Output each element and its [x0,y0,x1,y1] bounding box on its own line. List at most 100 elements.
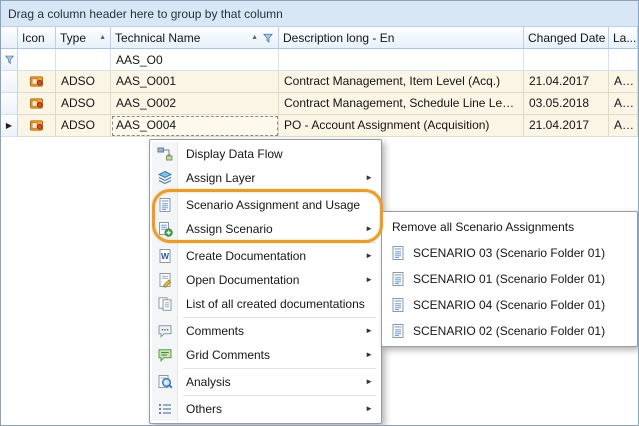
grid-comments-icon [152,347,178,363]
menu-separator [183,242,376,243]
menu-item-assign-layer[interactable]: Assign Layer ► [152,166,379,190]
menu-item-analysis[interactable]: Analysis ► [152,370,379,394]
column-header-description[interactable]: Description long - En [279,27,524,49]
row-cell-type[interactable]: ADSO [56,71,111,93]
menu-item-label: Analysis [178,375,231,389]
submenu-arrow-icon: ► [365,351,373,359]
menu-item-list-of-all-created-documentations[interactable]: List of all created documentations [152,292,379,316]
row-cell-technical-name[interactable]: AAS_O001 [111,71,279,93]
menu-item-scenario-assignment-and-usage[interactable]: Scenario Assignment and Usage [152,193,379,217]
column-header-type[interactable]: Type ▲ [56,27,111,49]
row-cell-type[interactable]: ADSO [56,93,111,115]
column-label: Type [60,31,86,45]
row-cell-icon[interactable] [18,71,56,93]
scenario-doc-icon [390,323,406,339]
filter-cell-type[interactable] [56,49,111,71]
menu-item-assign-scenario[interactable]: Assign Scenario ► [152,217,379,241]
adso-icon [29,118,44,133]
row-cell-icon[interactable] [18,115,56,137]
row-cell-technical-name-focused[interactable]: AAS_O004 [111,115,279,137]
menu-item-label: Display Data Flow [178,147,283,161]
filter-row-indicator [1,49,18,71]
comments-icon [152,323,178,339]
submenu-arrow-icon: ► [365,252,373,260]
submenu-arrow-icon: ► [365,378,373,386]
filter-cell-icon[interactable] [18,49,56,71]
filter-value: AAS_O0 [116,53,163,67]
filter-cell-changed-date[interactable] [524,49,609,71]
row-indicator: ▶ [1,115,18,137]
submenu-item-label: SCENARIO 01 (Scenario Folder 01) [413,272,605,286]
submenu-item-scenario-01[interactable]: SCENARIO 01 (Scenario Folder 01) [384,266,635,292]
menu-item-label: Grid Comments [178,348,270,362]
submenu-item-remove-all-scenario-assignments[interactable]: Remove all Scenario Assignments [384,214,635,240]
filter-active-icon[interactable] [262,32,274,44]
submenu-arrow-icon: ► [365,174,373,182]
row-cell-last[interactable]: AD... [609,93,638,115]
row-cell-changed-date[interactable]: 21.04.2017 [524,115,609,137]
menu-item-label: Open Documentation [178,273,299,287]
row-cell-last[interactable]: AD... [609,115,638,137]
sort-asc-icon: ▲ [99,34,106,41]
menu-separator [183,191,376,192]
assign-scenario-submenu: Remove all Scenario Assignments SCENARIO… [381,211,638,347]
submenu-item-scenario-02[interactable]: SCENARIO 02 (Scenario Folder 01) [384,318,635,344]
row-cell-changed-date[interactable]: 21.04.2017 [524,71,609,93]
row-indicator [1,71,18,93]
submenu-arrow-icon: ► [365,405,373,413]
row-cell-technical-name[interactable]: AAS_O002 [111,93,279,115]
table-row[interactable]: ADSO AAS_O001 Contract Management, Item … [1,71,638,93]
filter-cell-description[interactable] [279,49,524,71]
row-cell-description[interactable]: Contract Management, Schedule Line Level… [279,93,524,115]
documentations-list-icon [152,296,178,312]
row-cell-icon[interactable] [18,93,56,115]
others-icon [152,401,178,417]
scenario-doc-icon [390,297,406,313]
column-label: La... [613,31,636,45]
submenu-item-label: SCENARIO 03 (Scenario Folder 01) [413,246,605,260]
row-indicator [1,93,18,115]
scenario-usage-icon [152,197,178,213]
create-documentation-icon [152,248,178,264]
context-menu: Display Data Flow Assign Layer ► Scenari… [149,139,382,424]
menu-item-open-documentation[interactable]: Open Documentation ► [152,268,379,292]
column-header-technical-name[interactable]: Technical Name ▲ [111,27,279,49]
table-row-selected[interactable]: ▶ ADSO AAS_O004 PO - Account Assignment … [1,115,638,137]
menu-item-others[interactable]: Others ► [152,397,379,421]
technical-name-filter-input[interactable]: AAS_O0 [111,49,279,71]
menu-item-comments[interactable]: Comments ► [152,319,379,343]
submenu-item-scenario-03[interactable]: SCENARIO 03 (Scenario Folder 01) [384,240,635,266]
analysis-icon [152,374,178,390]
menu-item-label: Others [178,402,222,416]
data-flow-icon [152,146,178,162]
column-header-last[interactable]: La... [609,27,638,49]
menu-item-create-documentation[interactable]: Create Documentation ► [152,244,379,268]
menu-item-label: Scenario Assignment and Usage [178,198,360,212]
table-row[interactable]: ADSO AAS_O002 Contract Management, Sched… [1,93,638,115]
group-by-panel[interactable]: Drag a column header here to group by th… [1,1,638,27]
layers-icon [152,170,178,186]
row-cell-description[interactable]: PO - Account Assignment (Acquisition) [279,115,524,137]
row-cell-description[interactable]: Contract Management, Item Level (Acq.) [279,71,524,93]
sort-asc-icon: ▲ [251,34,258,41]
column-header-changed-date[interactable]: Changed Date [524,27,609,49]
submenu-item-label: SCENARIO 02 (Scenario Folder 01) [413,324,605,338]
menu-separator [183,395,376,396]
menu-item-label: Assign Layer [178,171,255,185]
menu-item-grid-comments[interactable]: Grid Comments ► [152,343,379,367]
header-indicator-cell [1,27,18,49]
menu-item-label: Assign Scenario [178,222,273,236]
column-label: Technical Name [115,31,200,45]
submenu-item-label: Remove all Scenario Assignments [390,220,574,234]
column-label: Description long - En [283,31,394,45]
column-header-icon[interactable]: Icon [18,27,56,49]
row-cell-type[interactable]: ADSO [56,115,111,137]
filter-row-icon [4,54,15,65]
row-cell-changed-date[interactable]: 03.05.2018 [524,93,609,115]
row-cell-last[interactable]: AD... [609,71,638,93]
submenu-item-scenario-04[interactable]: SCENARIO 04 (Scenario Folder 01) [384,292,635,318]
filter-cell-last[interactable] [609,49,638,71]
menu-separator [183,368,376,369]
column-label: Icon [22,31,45,45]
menu-item-display-data-flow[interactable]: Display Data Flow [152,142,379,166]
